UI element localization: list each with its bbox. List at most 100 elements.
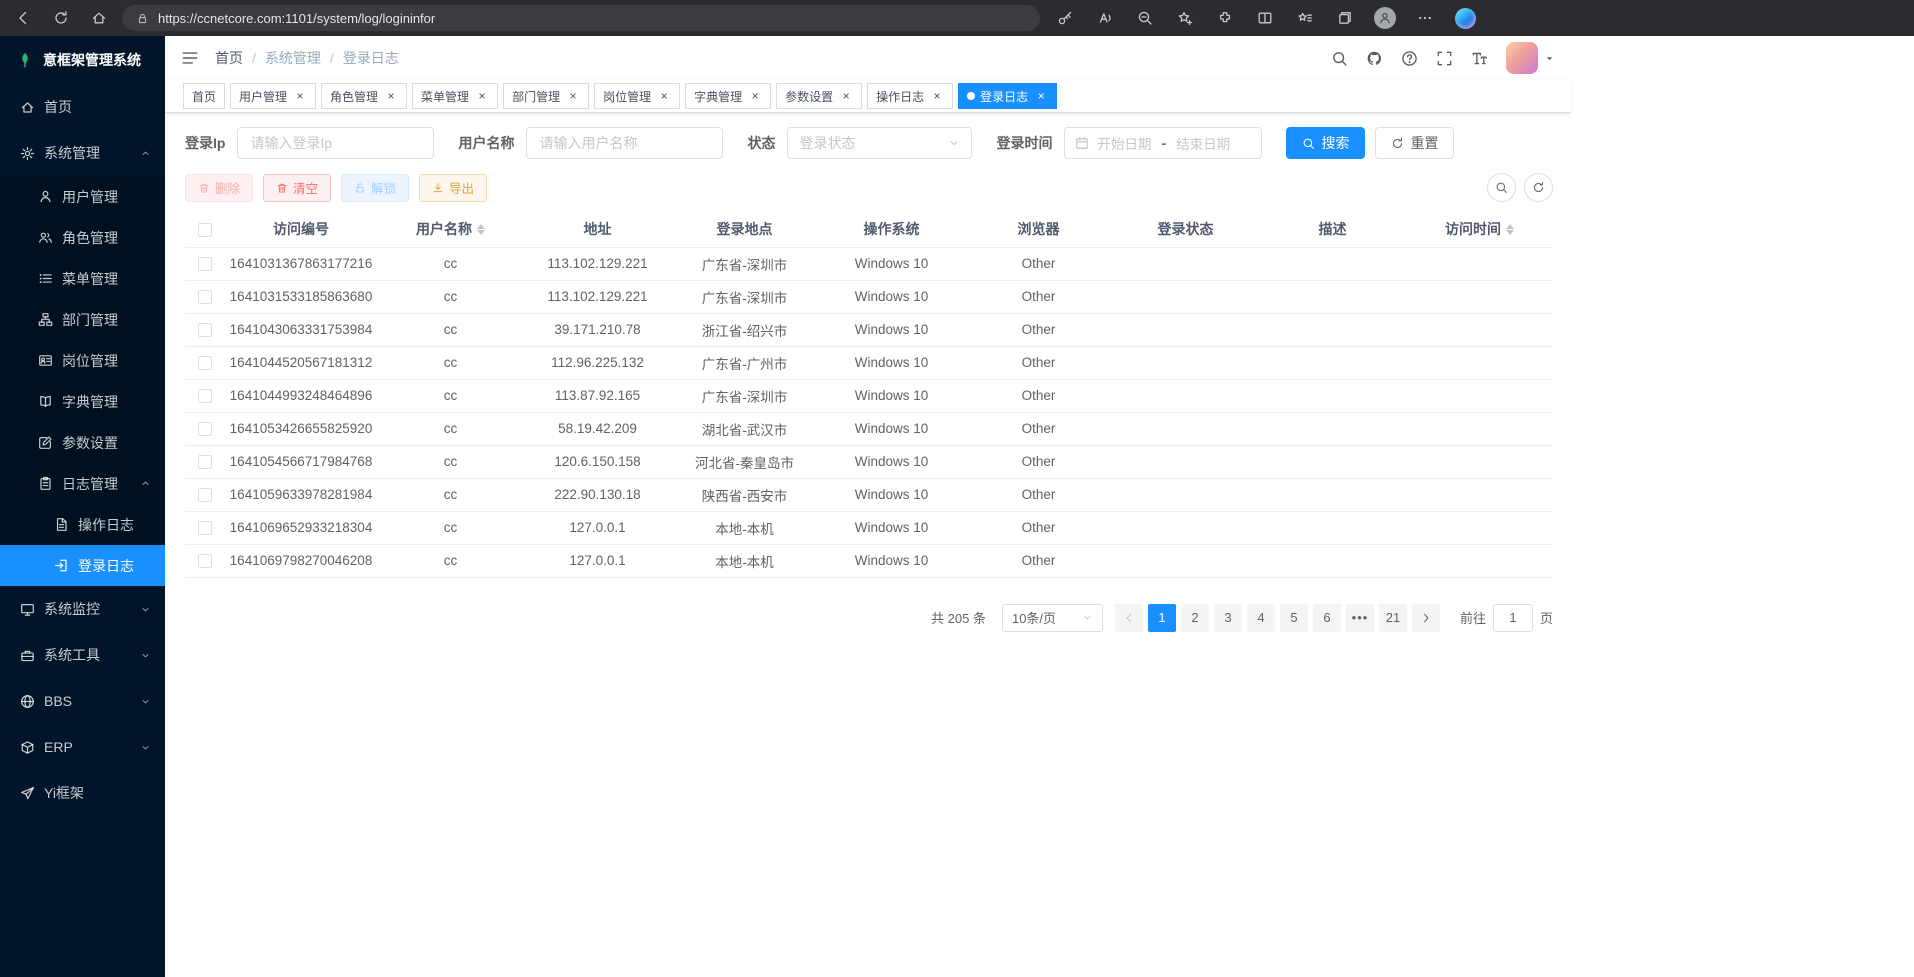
tab-dept-management[interactable]: 部门管理× — [503, 83, 589, 109]
row-checkbox[interactable] — [198, 389, 212, 403]
close-tab-icon[interactable]: × — [930, 89, 944, 103]
read-aloud-icon[interactable] — [1092, 4, 1118, 32]
close-tab-icon[interactable]: × — [293, 89, 307, 103]
browser-profile-icon[interactable] — [1372, 4, 1398, 32]
login-ip-input[interactable] — [237, 127, 434, 159]
close-tab-icon[interactable]: × — [1034, 89, 1048, 103]
page-21-button[interactable]: 21 — [1379, 604, 1407, 632]
show-search-button[interactable] — [1487, 173, 1516, 202]
sidebar-item-system-monitor[interactable]: 系统监控 — [0, 586, 165, 632]
sidebar-item-user-management[interactable]: 用户管理 — [0, 176, 165, 217]
close-tab-icon[interactable]: × — [657, 89, 671, 103]
reset-button[interactable]: 重置 — [1375, 127, 1454, 159]
sidebar-item-dept-management[interactable]: 部门管理 — [0, 299, 165, 340]
reload-icon[interactable] — [48, 4, 74, 32]
extensions-icon[interactable] — [1212, 4, 1238, 32]
sidebar-item-operation-log[interactable]: 操作日志 — [0, 504, 165, 545]
row-checkbox[interactable] — [198, 257, 212, 271]
search-button[interactable]: 搜索 — [1286, 127, 1365, 159]
sidebar-item-menu-management[interactable]: 菜单管理 — [0, 258, 165, 299]
user-menu[interactable] — [1506, 42, 1555, 74]
sidebar-item-system-management[interactable]: 系统管理 — [0, 130, 165, 176]
sidebar-item-bbs[interactable]: BBS — [0, 678, 165, 724]
tab-dict-management[interactable]: 字典管理× — [685, 83, 771, 109]
font-size-icon[interactable] — [1471, 50, 1488, 67]
close-tab-icon[interactable]: × — [748, 89, 762, 103]
sidebar-item-dict-management[interactable]: 字典管理 — [0, 381, 165, 422]
page-5-button[interactable]: 5 — [1280, 604, 1308, 632]
fullscreen-icon[interactable] — [1436, 50, 1453, 67]
sidebar-item-system-tools[interactable]: 系统工具 — [0, 632, 165, 678]
browser-home-icon[interactable] — [86, 4, 112, 32]
tab-operation-log[interactable]: 操作日志× — [867, 83, 953, 109]
row-checkbox[interactable] — [198, 554, 212, 568]
export-button[interactable]: 导出 — [419, 174, 487, 202]
tab-login-log[interactable]: 登录日志× — [958, 83, 1057, 109]
row-checkbox[interactable] — [198, 422, 212, 436]
tab-home[interactable]: 首页 — [183, 83, 225, 109]
sort-caret-icon[interactable] — [477, 224, 485, 235]
unlock-button[interactable]: 解锁 — [341, 174, 409, 202]
page-1-button[interactable]: 1 — [1148, 604, 1176, 632]
url-bar[interactable]: https://ccnetcore.com:1101/system/log/lo… — [122, 5, 1040, 31]
sidebar-item-log-management[interactable]: 日志管理 — [0, 463, 165, 504]
page-size-select[interactable]: 10条/页 — [1002, 604, 1103, 632]
sidebar-item-post-management[interactable]: 岗位管理 — [0, 340, 165, 381]
delete-button[interactable]: 删除 — [185, 174, 253, 202]
tab-user-management[interactable]: 用户管理× — [230, 83, 316, 109]
column-header-time[interactable]: 访问时间 — [1406, 212, 1553, 247]
column-header-user[interactable]: 用户名称 — [377, 212, 524, 247]
help-icon[interactable] — [1401, 50, 1418, 67]
collapse-sidebar-icon[interactable] — [181, 49, 199, 67]
goto-page-input[interactable] — [1493, 604, 1533, 632]
sidebar-item-erp[interactable]: ERP — [0, 724, 165, 770]
page-2-button[interactable]: 2 — [1181, 604, 1209, 632]
close-tab-icon[interactable]: × — [839, 89, 853, 103]
next-page-button[interactable] — [1412, 604, 1440, 632]
page-3-button[interactable]: 3 — [1214, 604, 1242, 632]
prev-page-button[interactable] — [1115, 604, 1143, 632]
close-tab-icon[interactable]: × — [566, 89, 580, 103]
clear-button[interactable]: 清空 — [263, 174, 331, 202]
row-checkbox[interactable] — [198, 521, 212, 535]
split-screen-icon[interactable] — [1252, 4, 1278, 32]
select-all-checkbox[interactable] — [198, 223, 212, 237]
copilot-icon[interactable] — [1452, 4, 1478, 32]
tab-param-settings[interactable]: 参数设置× — [776, 83, 862, 109]
header-search-icon[interactable] — [1331, 50, 1348, 67]
page-6-button[interactable]: 6 — [1313, 604, 1341, 632]
zoom-icon[interactable] — [1132, 4, 1158, 32]
status-select[interactable]: 登录状态 — [787, 127, 972, 159]
sidebar-item-login-log[interactable]: 登录日志 — [0, 545, 165, 586]
app-logo[interactable]: 意框架管理系统 — [0, 36, 165, 84]
github-icon[interactable] — [1366, 50, 1383, 67]
breadcrumb-item[interactable]: 首页 — [215, 48, 243, 68]
favorites-icon[interactable] — [1292, 4, 1318, 32]
row-checkbox[interactable] — [198, 290, 212, 304]
tab-menu-management[interactable]: 菜单管理× — [412, 83, 498, 109]
collections-icon[interactable] — [1332, 4, 1358, 32]
close-tab-icon[interactable]: × — [475, 89, 489, 103]
row-checkbox[interactable] — [198, 488, 212, 502]
sort-caret-icon[interactable] — [1506, 224, 1514, 235]
back-icon[interactable] — [10, 4, 36, 32]
row-checkbox[interactable] — [198, 455, 212, 469]
refresh-table-button[interactable] — [1524, 173, 1553, 202]
sidebar-item-param-settings[interactable]: 参数设置 — [0, 422, 165, 463]
row-checkbox[interactable] — [198, 356, 212, 370]
login-time-range-picker[interactable]: 开始日期 - 结束日期 — [1064, 127, 1262, 159]
add-favorite-icon[interactable] — [1172, 4, 1198, 32]
user-name-input[interactable] — [526, 127, 723, 159]
page-4-button[interactable]: 4 — [1247, 604, 1275, 632]
sidebar-item-yi-framework[interactable]: Yi框架 — [0, 770, 165, 816]
close-tab-icon[interactable]: × — [384, 89, 398, 103]
sidebar-item-home[interactable]: 首页 — [0, 84, 165, 130]
tab-role-management[interactable]: 角色管理× — [321, 83, 407, 109]
password-key-icon[interactable] — [1052, 4, 1078, 32]
breadcrumb-item[interactable]: 系统管理 — [265, 48, 321, 68]
sidebar-item-role-management[interactable]: 角色管理 — [0, 217, 165, 258]
tab-post-management[interactable]: 岗位管理× — [594, 83, 680, 109]
row-checkbox[interactable] — [198, 323, 212, 337]
browser-menu-icon[interactable] — [1412, 4, 1438, 32]
more-pages-button[interactable]: ••• — [1346, 604, 1374, 632]
